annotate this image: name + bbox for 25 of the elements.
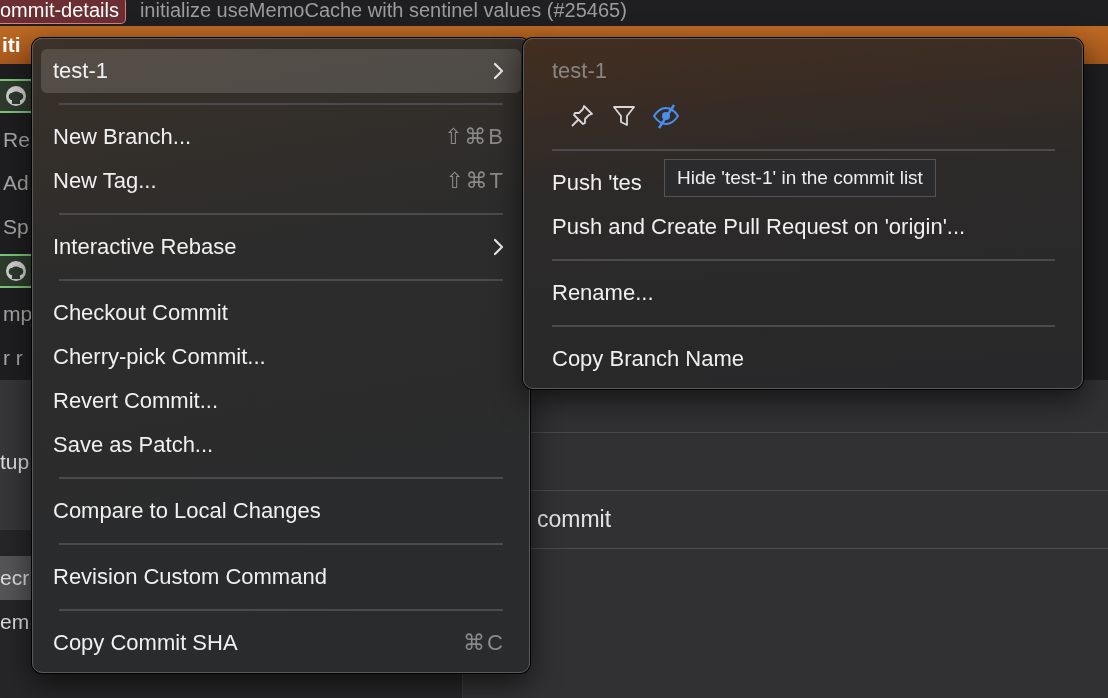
hide-icon[interactable] [652,102,680,130]
menu-item[interactable]: Push and Create Pull Request on 'origin'... [552,205,1055,249]
menu-item[interactable]: Copy Branch Name [552,337,1055,381]
commit-message: Sp [2,215,29,239]
commit-message: Re [2,127,30,152]
detail-text: commit [537,506,612,533]
menu-item[interactable]: Rename... [552,271,1055,315]
menu-item[interactable]: Checkout Commit [41,291,521,335]
submenu-title: test-1 [552,57,609,85]
commit-message: r r [2,346,23,371]
commit-message: mp [2,302,33,327]
menu-item[interactable]: Cherry-pick Commit... [41,335,521,379]
menu-item[interactable]: New Tag... ⇧⌘T [41,159,521,203]
menu-item[interactable]: test-1 [41,49,521,93]
commit-message: iti [2,33,21,57]
menu-item[interactable]: Save as Patch... [41,423,521,467]
branch-badge: ommit-details [0,0,126,24]
menu-item[interactable]: Revert Commit... [41,379,521,423]
menu-item[interactable]: Copy Commit SHA ⌘C [41,621,521,665]
commit-title: initialize useMemoCache with sentinel values (#25465) [139,0,627,22]
menu-item[interactable]: New Branch... ⇧⌘B [41,115,521,159]
menu-item[interactable]: Compare to Local Changes [41,489,521,533]
tooltip: Hide 'test-1' in the commit list [664,159,936,197]
commit-message: Ad [2,171,29,196]
menu-item[interactable]: Interactive Rebase [41,225,521,269]
